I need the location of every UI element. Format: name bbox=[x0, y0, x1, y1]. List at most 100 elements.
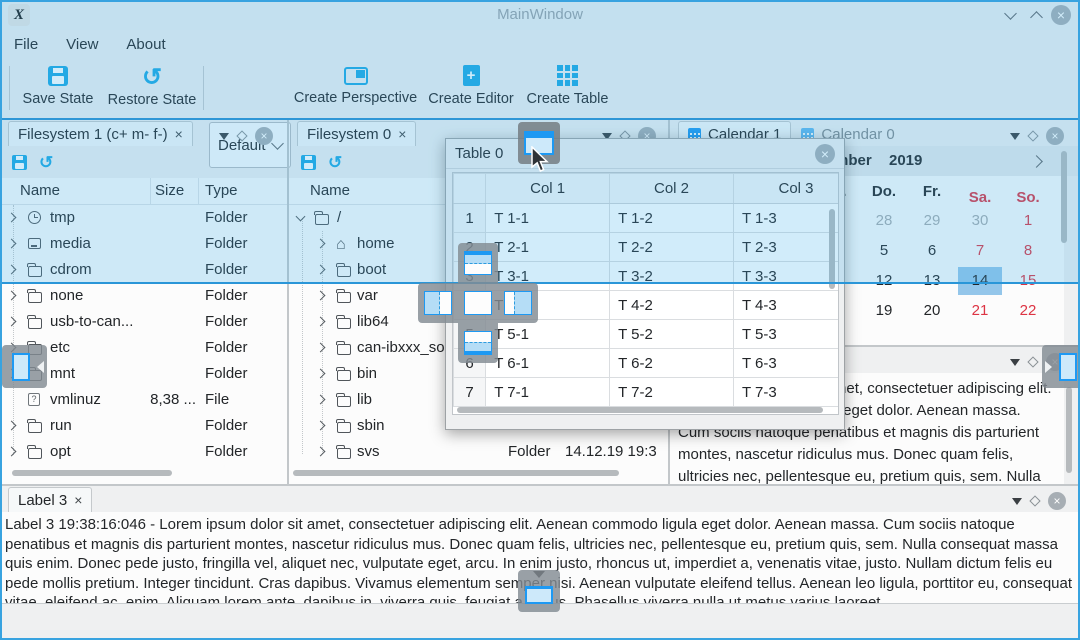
expander-icon[interactable] bbox=[7, 239, 17, 249]
expander-icon[interactable] bbox=[7, 213, 17, 223]
column-header[interactable]: Col 1 bbox=[486, 174, 610, 204]
dock-menu-icon[interactable] bbox=[1010, 359, 1020, 366]
dock-float-icon[interactable] bbox=[236, 130, 247, 141]
tree-header[interactable]: Name Size Type bbox=[0, 178, 287, 205]
dock-menu-icon[interactable] bbox=[219, 133, 229, 140]
calendar-day[interactable]: 15 bbox=[1004, 266, 1052, 296]
drop-indicator-top[interactable] bbox=[458, 243, 498, 283]
dock-close-icon[interactable] bbox=[1046, 127, 1064, 145]
expander-icon[interactable] bbox=[316, 317, 326, 327]
table-cell[interactable]: T 5-3 bbox=[733, 320, 839, 349]
table-cell[interactable]: T 5-2 bbox=[610, 320, 734, 349]
column-header[interactable]: Col 3 bbox=[733, 174, 839, 204]
expander-icon[interactable] bbox=[7, 447, 17, 457]
table-cell[interactable]: T 3-3 bbox=[733, 262, 839, 291]
create-editor-button[interactable]: Create Editor bbox=[424, 65, 518, 107]
calendar-day[interactable]: 1 bbox=[1004, 206, 1052, 236]
horizontal-scrollbar[interactable] bbox=[293, 470, 619, 476]
table-cell[interactable]: T 7-1 bbox=[486, 378, 610, 407]
table-cell[interactable]: T 6-2 bbox=[610, 349, 734, 378]
expander-icon[interactable] bbox=[316, 239, 326, 249]
menu-file[interactable]: File bbox=[14, 36, 38, 53]
calendar-day[interactable]: 21 bbox=[956, 296, 1004, 326]
tree-row[interactable]: opt Folder bbox=[0, 439, 287, 465]
calendar-day[interactable]: 5 bbox=[860, 236, 908, 266]
tree-row[interactable]: usb-to-can... Folder bbox=[0, 309, 287, 335]
tab-filesystem0[interactable]: Filesystem 0 bbox=[297, 121, 416, 146]
menu-about[interactable]: About bbox=[126, 36, 165, 53]
window-titlebar[interactable]: MainWindow bbox=[0, 0, 1080, 30]
window-close-icon[interactable] bbox=[1051, 5, 1071, 25]
drop-indicator-bottom[interactable] bbox=[458, 323, 498, 363]
expander-icon[interactable] bbox=[296, 212, 306, 222]
calendar-day[interactable]: 19 bbox=[860, 296, 908, 326]
tab-close-icon[interactable] bbox=[398, 127, 406, 141]
tree-row[interactable]: tmp Folder bbox=[0, 205, 287, 231]
vertical-scrollbar[interactable] bbox=[1061, 151, 1067, 243]
dock-menu-icon[interactable] bbox=[1012, 498, 1022, 505]
dock-menu-icon[interactable] bbox=[1010, 133, 1020, 140]
dock-float-icon[interactable] bbox=[1027, 130, 1038, 141]
table-row[interactable]: 5 T 5-1 T 5-2 T 5-3 T 5-4 bbox=[454, 320, 840, 349]
table-cell[interactable]: T 6-3 bbox=[733, 349, 839, 378]
tree-row[interactable]: none Folder bbox=[0, 283, 287, 309]
calendar-day[interactable]: 6 bbox=[908, 236, 956, 266]
tree-row[interactable]: vmlinuz 8,38 ... File bbox=[0, 387, 287, 413]
dock-float-icon[interactable] bbox=[1029, 495, 1040, 506]
filesystem1-tree[interactable]: Name Size Type tmp Folder media Folder bbox=[0, 178, 287, 484]
table-row[interactable]: 2 T 2-1 T 2-2 T 2-3 T 2-4 bbox=[454, 233, 840, 262]
table-cell[interactable]: T 2-2 bbox=[610, 233, 734, 262]
vertical-scrollbar[interactable] bbox=[829, 209, 835, 289]
table-row[interactable]: 7 T 7-1 T 7-2 T 7-3 T 7-4 bbox=[454, 378, 840, 407]
tab-close-icon[interactable] bbox=[175, 127, 183, 141]
save-icon[interactable] bbox=[301, 155, 316, 170]
table-cell[interactable]: T 4-2 bbox=[610, 291, 734, 320]
calendar-day-selected[interactable]: 14 bbox=[956, 266, 1004, 296]
expander-icon[interactable] bbox=[316, 343, 326, 353]
table-row[interactable]: 6 T 6-1 T 6-2 T 6-3 T 6-4 bbox=[454, 349, 840, 378]
table-cell[interactable]: T 5-1 bbox=[486, 320, 610, 349]
table-cell[interactable]: T 1-2 bbox=[610, 204, 734, 233]
vertical-scrollbar[interactable] bbox=[1066, 387, 1072, 473]
tree-row[interactable]: svs Folder 14.12.19 19:3 bbox=[289, 439, 668, 465]
create-perspective-button[interactable]: Create Perspective bbox=[288, 67, 423, 106]
expander-icon[interactable] bbox=[316, 265, 326, 275]
floating-window-titlebar[interactable]: Table 0 bbox=[446, 139, 844, 169]
expander-icon[interactable] bbox=[316, 447, 326, 457]
restore-icon[interactable] bbox=[39, 154, 53, 171]
calendar-day[interactable]: 20 bbox=[908, 296, 956, 326]
table-cell[interactable]: T 1-3 bbox=[733, 204, 839, 233]
dock-close-icon[interactable] bbox=[255, 127, 273, 145]
table-cell[interactable]: T 2-1 bbox=[486, 233, 610, 262]
expander-icon[interactable] bbox=[7, 421, 17, 431]
expander-icon[interactable] bbox=[7, 317, 17, 327]
dock-close-icon[interactable] bbox=[1048, 492, 1066, 510]
expander-icon[interactable] bbox=[316, 395, 326, 405]
menu-view[interactable]: View bbox=[66, 36, 98, 53]
table-cell[interactable]: T 1-1 bbox=[486, 204, 610, 233]
table-cell[interactable]: T 7-2 bbox=[610, 378, 734, 407]
column-header[interactable]: Col 2 bbox=[610, 174, 734, 204]
drop-indicator-center[interactable] bbox=[458, 283, 498, 323]
expander-icon[interactable] bbox=[316, 421, 326, 431]
expander-icon[interactable] bbox=[316, 369, 326, 379]
calendar-day[interactable]: 22 bbox=[1004, 296, 1052, 326]
tree-row[interactable]: run Folder bbox=[0, 413, 287, 439]
calendar-day[interactable]: 29 bbox=[908, 206, 956, 236]
drop-indicator-left[interactable] bbox=[418, 283, 458, 323]
save-state-button[interactable]: Save State bbox=[12, 66, 104, 107]
floating-window-close-icon[interactable] bbox=[815, 144, 835, 164]
expander-icon[interactable] bbox=[7, 291, 17, 301]
drop-indicator-right-edge[interactable] bbox=[1042, 345, 1080, 388]
table-cell[interactable]: T 7-3 bbox=[733, 378, 839, 407]
calendar-day[interactable]: 8 bbox=[1004, 236, 1052, 266]
horizontal-scrollbar[interactable] bbox=[12, 470, 172, 476]
tree-row[interactable]: media Folder bbox=[0, 231, 287, 257]
tab-label3[interactable]: Label 3 bbox=[8, 487, 92, 512]
calendar-day[interactable]: 12 bbox=[860, 266, 908, 296]
tab-filesystem1[interactable]: Filesystem 1 (c+ m- f-) bbox=[8, 121, 193, 146]
tree-row[interactable]: cdrom Folder bbox=[0, 257, 287, 283]
table-row[interactable]: 1 T 1-1 T 1-2 T 1-3 T 1-4 bbox=[454, 204, 840, 233]
table-cell[interactable]: T 4-3 bbox=[733, 291, 839, 320]
drop-indicator-right[interactable] bbox=[498, 283, 538, 323]
